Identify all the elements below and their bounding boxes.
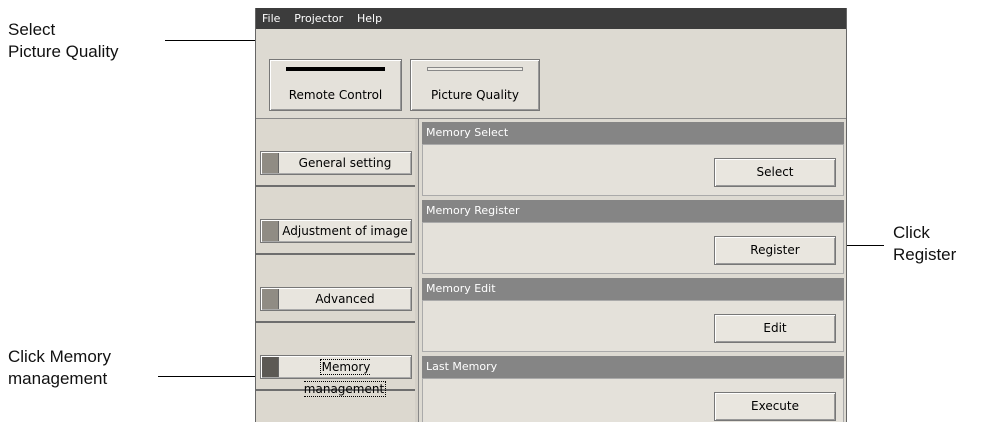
indicator-led (262, 357, 279, 377)
menu-projector[interactable]: Projector (294, 8, 343, 29)
callout-click-memory-management: Click Memory management (8, 346, 111, 390)
remote-control-button[interactable]: Remote Control (269, 59, 402, 111)
active-indicator-bar (286, 67, 385, 71)
menu-help[interactable]: Help (357, 8, 382, 29)
projector-app-window: File Projector Help Remote Control Pictu… (255, 8, 847, 422)
memory-management-button[interactable]: Memory management (260, 355, 412, 397)
leader-line-memory (158, 376, 260, 377)
sidebar-item-label: General setting (298, 156, 392, 170)
callout-line: Register (893, 245, 957, 264)
panel-body: Register (422, 222, 844, 274)
adjustment-of-image-button[interactable]: Adjustment of image (260, 219, 412, 243)
indicator-led (262, 153, 279, 173)
callout-line: management (8, 369, 108, 388)
picture-quality-button[interactable]: Picture Quality (410, 59, 540, 111)
sidebar-item-label: Advanced (315, 292, 375, 306)
sidebar-item-label: Adjustment of image (282, 224, 408, 238)
callout-line: Click Memory (8, 347, 111, 366)
edit-button[interactable]: Edit (714, 314, 836, 343)
callout-line: Select (8, 20, 56, 39)
picture-quality-label: Picture Quality (431, 88, 519, 102)
sidebar-item-adjustment-of-image[interactable]: Adjustment of image (256, 187, 415, 255)
indicator-led (262, 221, 279, 241)
menu-file[interactable]: File (262, 8, 280, 29)
panel-body: Edit (422, 300, 844, 352)
menu-bar: File Projector Help (256, 8, 846, 29)
callout-click-register: Click Register (893, 222, 956, 266)
panel-title: Last Memory (422, 356, 844, 378)
indicator-led (262, 289, 279, 309)
panel-last-memory: Last Memory Execute (422, 356, 844, 422)
panel-title: Memory Select (422, 122, 844, 144)
inactive-indicator-bar (427, 67, 523, 71)
panel-title: Memory Register (422, 200, 844, 222)
general-setting-button[interactable]: General setting (260, 151, 412, 175)
panel-body: Select (422, 144, 844, 196)
callout-line: Click (893, 223, 930, 242)
advanced-button[interactable]: Advanced (260, 287, 412, 311)
sidebar-item-memory-management[interactable]: Memory management (256, 323, 415, 397)
remote-control-label: Remote Control (288, 88, 383, 102)
sidebar-item-label: Memory management (303, 359, 387, 397)
panel-memory-edit: Memory Edit Edit (422, 278, 844, 352)
panel-memory-select: Memory Select Select (422, 122, 844, 196)
panel-memory-register: Memory Register Register (422, 200, 844, 274)
sidebar-item-advanced[interactable]: Advanced (256, 255, 415, 323)
execute-button[interactable]: Execute (714, 392, 836, 421)
panel-title: Memory Edit (422, 278, 844, 300)
sidebar: General setting Adjustment of image Adva… (256, 119, 415, 422)
sidebar-item-general-setting[interactable]: General setting (256, 119, 415, 187)
callout-line: Picture Quality (8, 42, 119, 61)
memory-panel-area: Memory Select Select Memory Register Reg… (418, 119, 846, 422)
register-button[interactable]: Register (714, 236, 836, 265)
panel-body: Execute (422, 378, 844, 422)
callout-select-picture-quality: Select Picture Quality (8, 19, 119, 63)
select-button[interactable]: Select (714, 158, 836, 187)
toolbar: Remote Control Picture Quality (256, 29, 846, 119)
